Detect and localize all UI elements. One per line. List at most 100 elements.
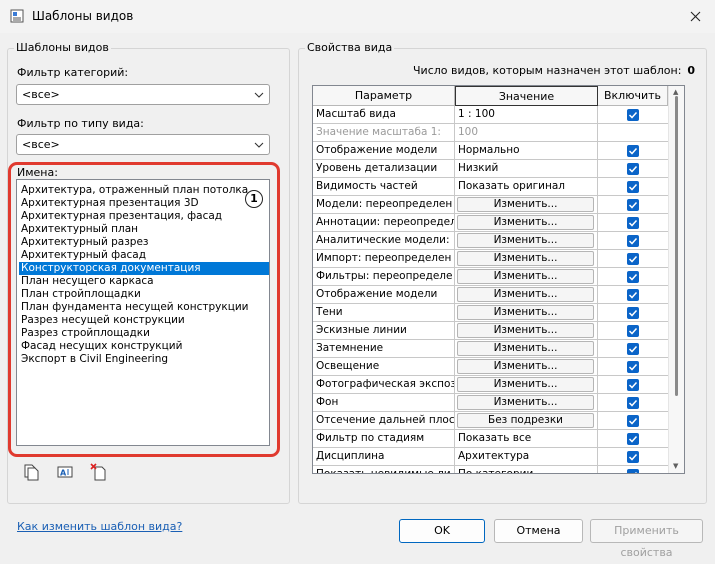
checkmark-icon bbox=[628, 381, 638, 389]
checkmark-icon bbox=[628, 111, 638, 119]
callout-number-badge: 1 bbox=[245, 190, 263, 208]
value-cell[interactable]: Показать все bbox=[455, 430, 598, 448]
include-checkbox[interactable] bbox=[627, 181, 639, 193]
include-checkbox[interactable] bbox=[627, 433, 639, 445]
scroll-up-icon[interactable]: ▲ bbox=[673, 88, 678, 96]
value-cell[interactable]: Без подрезки bbox=[455, 412, 598, 430]
properties-grid: Параметр Значение Включить Масштаб вида 1… bbox=[312, 85, 685, 474]
include-cell bbox=[598, 394, 670, 412]
value-cell[interactable]: Изменить... bbox=[455, 196, 598, 214]
edit-button[interactable]: Изменить... bbox=[457, 269, 594, 284]
value-cell[interactable]: Изменить... bbox=[455, 358, 598, 376]
include-checkbox[interactable] bbox=[627, 235, 639, 247]
table-row: Импорт: переопределен Изменить... bbox=[313, 250, 670, 268]
close-button[interactable] bbox=[675, 0, 715, 32]
table-row: Аналитические модели: Изменить... bbox=[313, 232, 670, 250]
value-cell[interactable]: Изменить... bbox=[455, 214, 598, 232]
value-cell[interactable]: 1 : 100 bbox=[455, 106, 598, 124]
value-cell[interactable]: Изменить... bbox=[455, 232, 598, 250]
value-cell[interactable]: Изменить... bbox=[455, 340, 598, 358]
view-type-filter-value: <все> bbox=[22, 138, 60, 151]
scrollbar-thumb[interactable] bbox=[675, 96, 678, 396]
value-cell[interactable]: Изменить... bbox=[455, 304, 598, 322]
parameter-cell: Отображение модели bbox=[313, 286, 455, 304]
apply-properties-button[interactable]: Применить свойства bbox=[590, 519, 703, 559]
table-row: Фон Изменить... bbox=[313, 394, 670, 412]
table-row: Тени Изменить... bbox=[313, 304, 670, 322]
parameter-cell: Фильтры: переопределе bbox=[313, 268, 455, 286]
assigned-views-count-label: Число видов, которым назначен этот шабло… bbox=[413, 64, 682, 77]
column-header-value[interactable]: Значение bbox=[455, 86, 598, 106]
column-header-include[interactable]: Включить bbox=[598, 86, 668, 106]
cancel-button[interactable]: Отмена bbox=[494, 519, 583, 543]
view-properties-group-title: Свойства вида bbox=[305, 41, 395, 54]
include-checkbox[interactable] bbox=[627, 271, 639, 283]
value-cell[interactable]: 100 bbox=[455, 124, 598, 142]
view-type-filter-select[interactable]: <все> bbox=[16, 134, 270, 155]
value-cell[interactable]: Низкий bbox=[455, 160, 598, 178]
include-checkbox[interactable] bbox=[627, 379, 639, 391]
value-cell[interactable]: Изменить... bbox=[455, 394, 598, 412]
include-cell bbox=[598, 214, 670, 232]
rename-icon[interactable]: A bbox=[57, 463, 75, 481]
edit-button[interactable]: Изменить... bbox=[457, 395, 594, 410]
include-checkbox[interactable] bbox=[627, 145, 639, 157]
ok-button[interactable]: OK bbox=[399, 519, 485, 543]
include-checkbox[interactable] bbox=[627, 415, 639, 427]
value-cell[interactable]: Изменить... bbox=[455, 376, 598, 394]
edit-button[interactable]: Изменить... bbox=[457, 305, 594, 320]
table-row: Отображение модели Изменить... bbox=[313, 286, 670, 304]
edit-button[interactable]: Изменить... bbox=[457, 233, 594, 248]
help-link[interactable]: Как изменить шаблон вида? bbox=[17, 520, 182, 533]
table-row: Фильтры: переопределе Изменить... bbox=[313, 268, 670, 286]
include-checkbox[interactable] bbox=[627, 217, 639, 229]
value-cell[interactable]: Показать оригинал bbox=[455, 178, 598, 196]
include-checkbox[interactable] bbox=[627, 325, 639, 337]
chevron-down-icon bbox=[254, 142, 264, 148]
value-cell[interactable]: Архитектура bbox=[455, 448, 598, 466]
include-checkbox[interactable] bbox=[627, 469, 639, 473]
include-checkbox[interactable] bbox=[627, 361, 639, 373]
include-checkbox[interactable] bbox=[627, 307, 639, 319]
include-checkbox[interactable] bbox=[627, 289, 639, 301]
scroll-down-icon[interactable]: ▼ bbox=[673, 462, 678, 470]
value-cell[interactable]: Изменить... bbox=[455, 268, 598, 286]
include-checkbox[interactable] bbox=[627, 397, 639, 409]
delete-icon[interactable] bbox=[90, 463, 108, 481]
edit-button[interactable]: Изменить... bbox=[457, 287, 594, 302]
value-cell[interactable]: Изменить... bbox=[455, 322, 598, 340]
edit-button[interactable]: Без подрезки bbox=[457, 413, 594, 428]
include-cell bbox=[598, 124, 670, 142]
value-cell[interactable]: Изменить... bbox=[455, 250, 598, 268]
checkmark-icon bbox=[628, 417, 638, 425]
edit-button[interactable]: Изменить... bbox=[457, 215, 594, 230]
include-checkbox[interactable] bbox=[627, 343, 639, 355]
edit-button[interactable]: Изменить... bbox=[457, 359, 594, 374]
table-row: Фотографическая экспоз Изменить... bbox=[313, 376, 670, 394]
edit-button[interactable]: Изменить... bbox=[457, 341, 594, 356]
parameter-cell: Масштаб вида bbox=[313, 106, 455, 124]
category-filter-select[interactable]: <все> bbox=[16, 84, 270, 105]
parameter-cell: Тени bbox=[313, 304, 455, 322]
duplicate-icon[interactable] bbox=[22, 463, 40, 481]
edit-button[interactable]: Изменить... bbox=[457, 251, 594, 266]
value-cell[interactable]: По категории bbox=[455, 466, 598, 473]
checkmark-icon bbox=[635, 471, 638, 473]
include-checkbox[interactable] bbox=[627, 451, 639, 463]
include-checkbox[interactable] bbox=[627, 109, 639, 121]
value-cell[interactable]: Изменить... bbox=[455, 286, 598, 304]
checkmark-icon bbox=[628, 219, 638, 227]
window-title: Шаблоны видов bbox=[32, 9, 134, 23]
edit-button[interactable]: Изменить... bbox=[457, 197, 594, 212]
include-checkbox[interactable] bbox=[627, 199, 639, 211]
grid-scrollbar[interactable]: ▲ ▼ bbox=[668, 86, 684, 473]
title-bar: Шаблоны видов bbox=[0, 0, 715, 33]
parameter-cell: Фон bbox=[313, 394, 455, 412]
edit-button[interactable]: Изменить... bbox=[457, 377, 594, 392]
column-header-parameter[interactable]: Параметр bbox=[313, 86, 455, 106]
include-checkbox[interactable] bbox=[627, 253, 639, 265]
edit-button[interactable]: Изменить... bbox=[457, 323, 594, 338]
include-cell bbox=[598, 322, 670, 340]
include-checkbox[interactable] bbox=[627, 163, 639, 175]
value-cell[interactable]: Нормально bbox=[455, 142, 598, 160]
